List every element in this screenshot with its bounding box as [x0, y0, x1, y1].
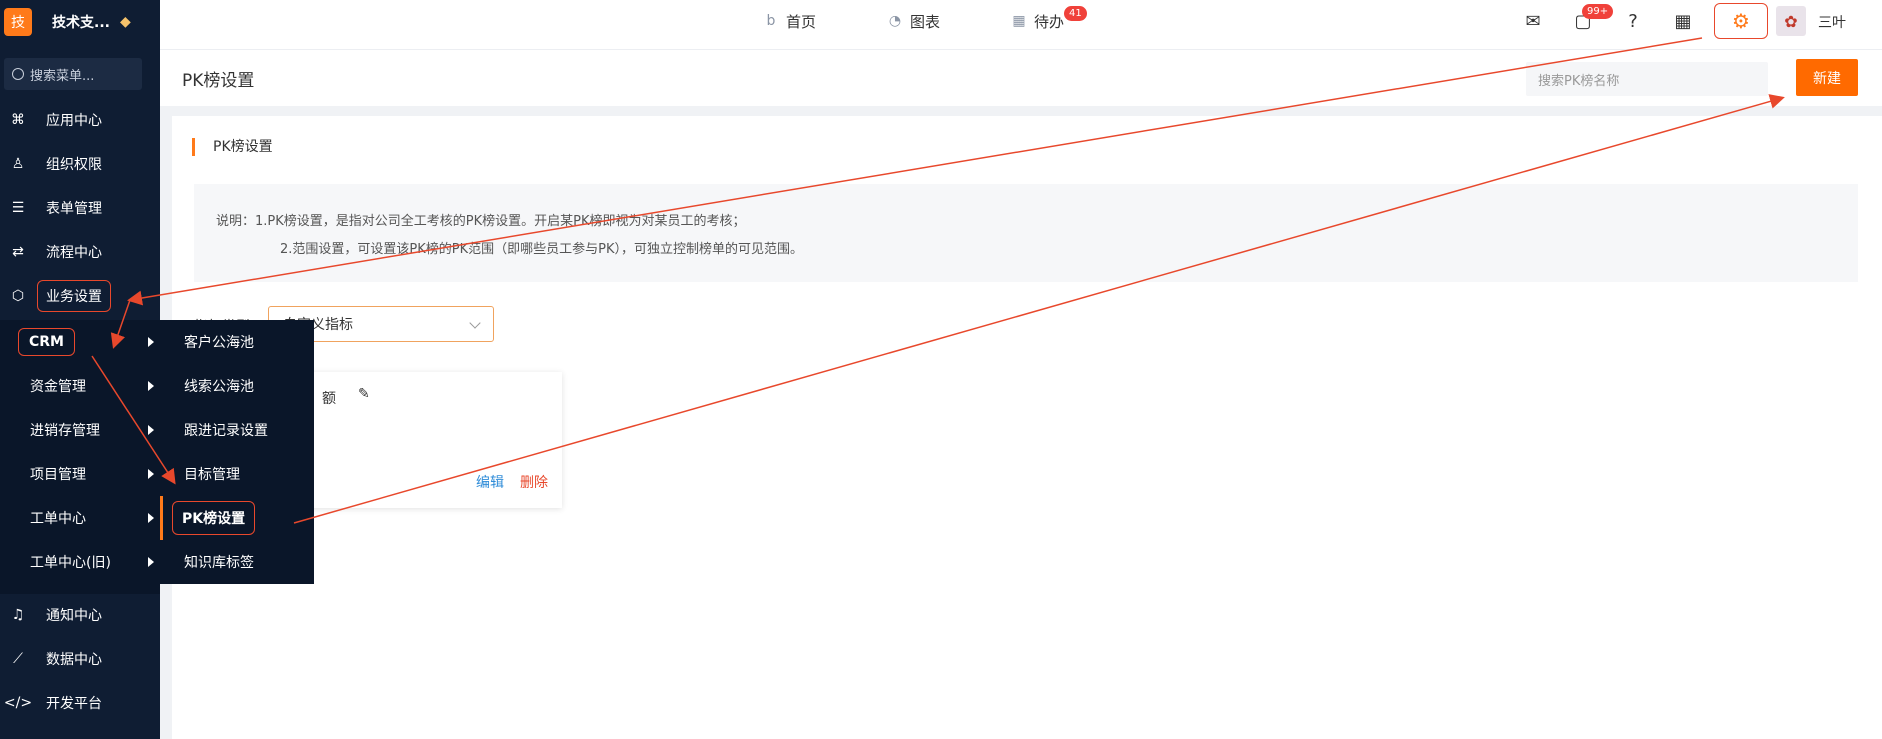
sidebar-item-flow[interactable]: ⇄ 流程中心: [0, 234, 160, 270]
diamond-icon: ◆: [119, 14, 131, 30]
tab-label: 待办: [1034, 12, 1065, 31]
flyout-item-label: 知识库标签: [184, 555, 254, 571]
brand[interactable]: 技 技术支... ◆: [0, 0, 160, 44]
caret-right-icon: [148, 557, 154, 567]
sidebar-item-notify[interactable]: ♫ 通知中心: [0, 597, 160, 633]
flow-icon: ⇄: [12, 244, 24, 260]
submenu-item-label: 项目管理: [30, 467, 86, 483]
delete-link[interactable]: 删除: [520, 472, 548, 492]
submenu-item-project[interactable]: 项目管理: [0, 452, 160, 496]
section-title: PK榜设置: [192, 138, 273, 156]
submenu-item-finance[interactable]: 资金管理: [0, 364, 160, 408]
pencil-icon[interactable]: ✎: [358, 386, 370, 402]
submenu-item-label: CRM: [18, 328, 75, 356]
pk-search-input[interactable]: 搜索PK榜名称: [1526, 62, 1768, 96]
calendar-icon: ▦: [1012, 13, 1026, 29]
description-line-2: 2.范围设置，可设置该PK榜的PK范围（即哪些员工参与PK），可独立控制榜单的可…: [280, 242, 803, 257]
avatar[interactable]: ✿: [1776, 6, 1806, 36]
chart-icon: ⟋: [13, 651, 23, 667]
submenu-item-crm[interactable]: CRM: [0, 320, 160, 364]
flyout-item-kb-tags[interactable]: 知识库标签: [160, 540, 314, 584]
menu-search-placeholder: 搜索菜单...: [30, 68, 95, 84]
submenu-item-label: 工单中心: [30, 511, 86, 527]
mail-icon[interactable]: ✉: [1520, 8, 1546, 34]
sidebar-item-label: 应用中心: [46, 113, 102, 129]
search-icon: [12, 68, 24, 80]
main-panel: PK榜设置 说明：1.PK榜设置，是指对公司全工考核的PK榜设置。开启某PK榜即…: [172, 116, 1882, 739]
crm-flyout-menu: 客户公海池 线索公海池 跟进记录设置 目标管理 PK榜设置 知识库标签: [160, 320, 314, 584]
flyout-item-label: 目标管理: [184, 467, 240, 483]
flyout-item-label: 跟进记录设置: [184, 423, 268, 439]
top-bar: b 首页 ◔ 图表 ▦ 待办 41 ✉ ▢ 99+ ? ▦ ⚙ ✿ 三叶: [160, 0, 1882, 50]
flyout-item-label: PK榜设置: [172, 501, 256, 535]
business-submenu: CRM 资金管理 进销存管理 项目管理 工单中心 工单中心(旧): [0, 320, 160, 594]
tab-home[interactable]: b 首页: [762, 0, 816, 42]
new-button[interactable]: 新建: [1796, 59, 1858, 96]
sidebar-item-label: 数据中心: [46, 652, 102, 668]
sidebar-item-label: 组织权限: [46, 157, 102, 173]
page-title: PK榜设置: [182, 71, 255, 91]
tab-todo[interactable]: ▦ 待办 41: [1010, 0, 1087, 42]
submenu-item-ticket[interactable]: 工单中心: [0, 496, 160, 540]
tab-label: 图表: [910, 12, 941, 31]
form-icon: ☰: [11, 200, 25, 216]
flyout-item-targets[interactable]: 目标管理: [160, 452, 314, 496]
caret-right-icon: [148, 469, 154, 479]
home-icon: b: [766, 13, 776, 29]
grid-icon[interactable]: ▦: [1670, 8, 1696, 34]
sidebar-item-data[interactable]: ⟋ 数据中心: [0, 641, 160, 677]
sidebar-item-forms[interactable]: ☰ 表单管理: [0, 190, 160, 226]
description-box: 说明：1.PK榜设置，是指对公司全工考核的PK榜设置。开启某PK榜即视为对某员工…: [194, 184, 1858, 282]
flyout-item-label: 客户公海池: [184, 335, 254, 351]
todo-badge: 41: [1064, 6, 1087, 21]
submenu-item-label: 资金管理: [30, 379, 86, 395]
edit-link[interactable]: 编辑: [476, 472, 504, 492]
message-badge: 99+: [1582, 4, 1614, 19]
flyout-item-followup[interactable]: 跟进记录设置: [160, 408, 314, 452]
pk-search-placeholder: 搜索PK榜名称: [1538, 73, 1620, 89]
chevron-down-icon: [469, 317, 481, 329]
user-icon: ♙: [11, 156, 25, 172]
sidebar-item-label: 业务设置: [37, 280, 111, 312]
menu-search-input[interactable]: 搜索菜单...: [4, 58, 142, 90]
sidebar-item-org[interactable]: ♙ 组织权限: [0, 146, 160, 182]
submenu-item-ticket-old[interactable]: 工单中心(旧): [0, 540, 160, 584]
flyout-item-customer-pool[interactable]: 客户公海池: [160, 320, 314, 364]
caret-right-icon: [148, 381, 154, 391]
code-icon: </>: [3, 695, 33, 711]
page-header: PK榜设置 搜索PK榜名称 新建: [160, 50, 1882, 106]
cube-icon: ⬡: [11, 288, 25, 304]
sidebar-item-business-settings[interactable]: ⬡ 业务设置: [0, 278, 160, 314]
sidebar-item-apps[interactable]: ⌘ 应用中心: [0, 102, 160, 138]
flyout-item-pk-settings[interactable]: PK榜设置: [160, 496, 314, 540]
card-title: 额: [322, 391, 336, 407]
sidebar-item-label: 流程中心: [46, 245, 102, 261]
sidebar-item-label: 表单管理: [46, 201, 102, 217]
apps-icon: ⌘: [11, 112, 25, 128]
sidebar-item-dev[interactable]: </> 开发平台: [0, 685, 160, 721]
sidebar-item-label: 通知中心: [46, 608, 102, 624]
settings-button[interactable]: ⚙: [1714, 3, 1768, 39]
flyout-item-label: 线索公海池: [184, 379, 254, 395]
user-name[interactable]: 三叶: [1818, 12, 1846, 32]
submenu-item-inventory[interactable]: 进销存管理: [0, 408, 160, 452]
help-icon[interactable]: ?: [1620, 8, 1646, 34]
sidebar: 技 技术支... ◆ 搜索菜单... ⌘ 应用中心 ♙ 组织权限 ☰ 表单管理 …: [0, 0, 160, 739]
brand-logo: 技: [4, 8, 32, 36]
tab-label: 首页: [786, 12, 817, 31]
sidebar-item-label: 开发平台: [46, 696, 102, 712]
gear-icon: ⚙: [1732, 9, 1750, 33]
caret-right-icon: [148, 513, 154, 523]
submenu-item-label: 工单中心(旧): [30, 555, 111, 571]
caret-right-icon: [148, 337, 154, 347]
bell-icon: ♫: [11, 607, 25, 623]
flyout-item-lead-pool[interactable]: 线索公海池: [160, 364, 314, 408]
tab-charts[interactable]: ◔ 图表: [886, 0, 940, 42]
caret-right-icon: [148, 425, 154, 435]
submenu-item-label: 进销存管理: [30, 423, 100, 439]
brand-name[interactable]: 技术支...: [52, 12, 110, 32]
message-icon[interactable]: ▢ 99+: [1570, 4, 1614, 34]
description-line-1: 说明：1.PK榜设置，是指对公司全工考核的PK榜设置。开启某PK榜即视为对某员工…: [216, 214, 746, 229]
pie-icon: ◔: [888, 13, 902, 29]
